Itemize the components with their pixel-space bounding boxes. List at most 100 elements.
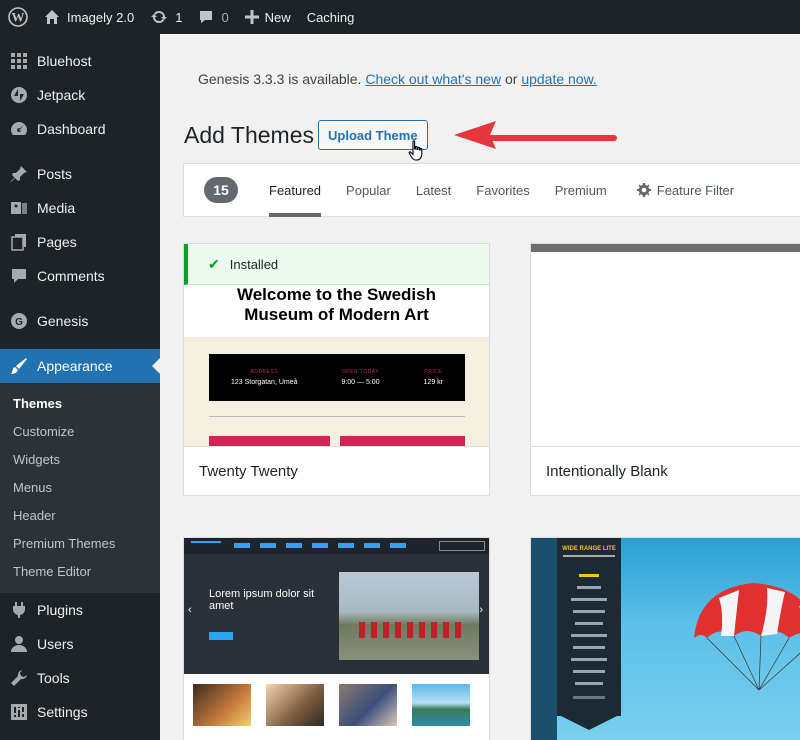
jetpack-icon [10, 86, 28, 104]
preview-nav-links [234, 543, 406, 548]
preview-menu-item [573, 610, 605, 613]
submenu-widgets[interactable]: Widgets [0, 445, 160, 473]
preview-thumbnail [339, 684, 397, 726]
menu-item-tools[interactable]: Tools [0, 661, 160, 695]
wrench-icon [10, 669, 28, 687]
submenu-menus[interactable]: Menus [0, 473, 160, 501]
theme-name: Intentionally Blank [531, 446, 800, 495]
submenu-theme-editor[interactable]: Theme Editor [0, 557, 160, 585]
preview-menu-item [575, 622, 603, 625]
menu-item-comments[interactable]: Comments [0, 259, 160, 293]
theme-name: Twenty Twenty [184, 446, 489, 495]
menu-label: Jetpack [37, 87, 86, 103]
menu-item-jetpack[interactable]: Jetpack [0, 78, 160, 112]
theme-card-business[interactable]: Lorem ipsum dolor sit amet ‹ › [183, 537, 490, 740]
wordpress-logo-icon[interactable]: W [0, 0, 36, 34]
chevron-left-icon: ‹ [188, 604, 192, 616]
preview-panel-col: ADDRESS 123 Storgatan, Umeå [231, 369, 298, 386]
menu-label: Appearance [37, 358, 113, 374]
home-icon [44, 9, 60, 25]
comment-bubble-icon [198, 9, 214, 25]
menu-item-pages[interactable]: Pages [0, 225, 160, 259]
settings-icon [10, 703, 28, 721]
submenu-premium-themes[interactable]: Premium Themes [0, 529, 160, 557]
menu-item-media[interactable]: Media [0, 191, 160, 225]
theme-card-intentionally-blank[interactable]: Intentionally Blank [530, 243, 800, 496]
installed-notice: ✔ Installed [184, 244, 489, 285]
menu-item-appearance[interactable]: Appearance [0, 349, 160, 383]
menu-label: Plugins [37, 602, 83, 618]
tab-popular[interactable]: Popular [346, 163, 391, 217]
preview-dark-edge [531, 538, 557, 740]
tab-favorites[interactable]: Favorites [476, 163, 529, 217]
menu-item-bluehost[interactable]: Bluehost [0, 44, 160, 78]
svg-text:W: W [12, 10, 25, 25]
preview-thumbnail [193, 684, 251, 726]
comments-icon [10, 267, 28, 285]
checkmark-icon: ✔ [208, 255, 220, 272]
menu-label: Bluehost [37, 53, 92, 69]
menu-label: Tools [37, 670, 70, 686]
tab-featured[interactable]: Featured [269, 163, 322, 217]
media-icon [10, 199, 28, 217]
menu-label: Dashboard [37, 121, 106, 137]
installed-label: Installed [229, 256, 279, 272]
preview-thumbnail [412, 684, 470, 726]
admin-sidebar: Bluehost Jetpack Dashboard Posts Media P… [0, 34, 160, 740]
preview-menu-item [573, 670, 605, 673]
appearance-submenu: Themes Customize Widgets Menus Header Pr… [0, 383, 160, 593]
brush-icon [10, 357, 28, 375]
pages-icon [10, 233, 28, 251]
caching-link[interactable]: Caching [299, 0, 363, 34]
page-title: Add Themes [184, 122, 314, 148]
theme-card-wide-range-lite[interactable]: WIDE RANGE LITE [530, 537, 800, 740]
site-name-label: Imagely 2.0 [67, 9, 135, 25]
menu-label: Genesis [37, 313, 89, 329]
menu-label: Pages [37, 234, 77, 250]
parachute-image [689, 578, 800, 703]
menu-item-settings[interactable]: Settings [0, 695, 160, 729]
menu-item-posts[interactable]: Posts [0, 157, 160, 191]
theme-card-twenty-twenty[interactable]: ✔ Installed Welcome to the Swedish Museu… [183, 243, 490, 496]
updates-link[interactable]: 1 [142, 0, 190, 34]
menu-label: Comments [37, 268, 105, 284]
gear-icon [636, 183, 651, 197]
tab-latest[interactable]: Latest [416, 163, 451, 217]
preview-slide-photo [339, 572, 479, 660]
update-now-link[interactable]: update now. [521, 71, 597, 87]
preview-search [439, 541, 485, 551]
preview-info-panel: ADDRESS 123 Storgatan, Umeå OPEN TODAY 9:0… [209, 354, 465, 401]
caching-label: Caching [306, 9, 355, 25]
whats-new-link[interactable]: Check out what's new [365, 71, 501, 87]
plus-icon [244, 10, 259, 24]
preview-thumbnails [184, 674, 489, 740]
submenu-customize[interactable]: Customize [0, 417, 160, 445]
genesis-icon: G [10, 312, 28, 330]
preview-nav [184, 538, 489, 554]
new-content-link[interactable]: New [237, 0, 299, 34]
submenu-themes[interactable]: Themes [0, 389, 160, 417]
preview-menu-item [571, 634, 607, 637]
site-name-link[interactable]: Imagely 2.0 [36, 0, 142, 34]
comments-link[interactable]: 0 [190, 0, 236, 34]
theme-screenshot: Lorem ipsum dolor sit amet ‹ › [184, 538, 489, 674]
menu-item-users[interactable]: Users [0, 627, 160, 661]
tab-premium[interactable]: Premium [555, 163, 607, 217]
menu-item-dashboard[interactable]: Dashboard [0, 112, 160, 146]
panel-value: 129 kr [423, 379, 443, 386]
feature-filter-button[interactable]: Feature Filter [636, 163, 734, 217]
notice-or: or [501, 71, 522, 87]
updates-icon [150, 9, 168, 25]
menu-item-plugins[interactable]: Plugins [0, 593, 160, 627]
preview-menu-panel: WIDE RANGE LITE [557, 538, 621, 716]
preview-slide-title: Lorem ipsum dolor sit amet [209, 588, 315, 612]
preview-body: ADDRESS 123 Storgatan, Umeå OPEN TODAY 9:0… [184, 337, 489, 449]
plugin-icon [10, 601, 28, 619]
submenu-header[interactable]: Header [0, 501, 160, 529]
admin-bar: W Imagely 2.0 1 0 New Caching [0, 0, 800, 34]
grid-icon [10, 52, 28, 70]
preview-panel-col: OPEN TODAY 9:00 — 5:00 [341, 369, 379, 386]
menu-item-genesis[interactable]: G Genesis [0, 304, 160, 338]
main-content: Genesis 3.3.3 is available. Check out wh… [160, 34, 800, 740]
svg-text:G: G [15, 317, 23, 328]
